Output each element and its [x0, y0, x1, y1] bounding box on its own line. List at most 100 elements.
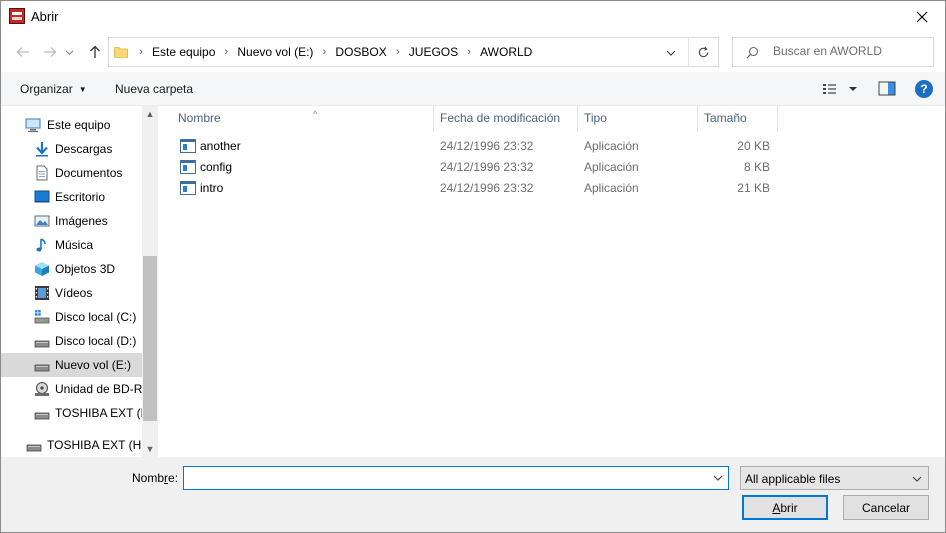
breadcrumb-aworld[interactable]: AWORLD [477, 45, 535, 59]
sidebar-item-label: TOSHIBA EXT (H [55, 406, 150, 420]
application-icon [180, 160, 196, 174]
search-icon [746, 46, 759, 59]
application-icon [180, 139, 196, 153]
objects-3d-icon [35, 262, 49, 276]
file-row[interactable]: config 24/12/1996 23:32 Aplicación 8 KB [172, 157, 782, 178]
chevron-down-icon [912, 476, 922, 482]
breadcrumb-este-equipo[interactable]: Este equipo [149, 45, 218, 59]
open-button[interactable]: Abrir [742, 495, 828, 520]
breadcrumb-nuevo-vol[interactable]: Nuevo vol (E:) [234, 45, 316, 59]
address-history-chevron-icon[interactable] [664, 46, 678, 60]
sidebar-item-descargas[interactable]: Descargas [1, 137, 142, 161]
recent-locations-button[interactable] [63, 41, 75, 63]
column-header-label: Nombre [178, 111, 221, 125]
scroll-up-icon[interactable]: ▲ [142, 106, 158, 122]
sidebar-item-nuevo-vol-e[interactable]: Nuevo vol (E:) [1, 353, 142, 377]
sidebar-item-label: TOSHIBA EXT (H:) [47, 438, 149, 452]
sidebar-item-label: Nuevo vol (E:) [55, 358, 132, 372]
breadcrumb-separator[interactable]: › [316, 46, 332, 58]
caret-down-icon: ▼ [78, 85, 87, 94]
preview-pane-icon [878, 81, 896, 96]
file-name-combobox[interactable] [183, 466, 729, 490]
sidebar-item-videos[interactable]: Vídeos [1, 281, 142, 305]
column-header-fecha[interactable]: Fecha de modificación [434, 106, 578, 132]
title-bar: Abrir [1, 1, 945, 32]
breadcrumb-separator[interactable]: › [461, 46, 477, 58]
file-type: Aplicación [584, 139, 639, 153]
desktop-icon [34, 190, 50, 203]
breadcrumb-juegos[interactable]: JUEGOS [406, 45, 461, 59]
documents-icon [36, 165, 48, 181]
window-title: Abrir [31, 9, 59, 24]
details-view-icon [823, 84, 857, 94]
drive-icon [34, 412, 50, 420]
file-row[interactable]: another 24/12/1996 23:32 Aplicación 20 K… [172, 136, 782, 157]
sidebar-item-label: Disco local (D:) [55, 334, 137, 348]
sidebar-item-unidad-bd[interactable]: Unidad de BD-RI [1, 377, 146, 401]
open-button-accesskey: A [772, 500, 781, 515]
chevron-down-icon [65, 49, 73, 55]
scroll-down-icon[interactable]: ▼ [142, 441, 158, 457]
file-type-filter[interactable]: All applicable files [740, 466, 929, 490]
arrow-right-icon [44, 47, 57, 57]
close-icon [916, 11, 928, 22]
dialog-footer: Nombre: All applicable files Abrir Cance… [1, 457, 945, 532]
refresh-button[interactable] [688, 38, 718, 66]
forward-button[interactable] [39, 41, 61, 63]
sidebar-item-musica[interactable]: Música [1, 233, 142, 257]
sidebar-item-imagenes[interactable]: Imágenes [1, 209, 142, 233]
file-name: another [200, 139, 241, 153]
sidebar-item-este-equipo[interactable]: Este equipo [1, 113, 142, 137]
file-name-label-text: e: [168, 471, 179, 485]
sidebar-item-label: Vídeos [55, 286, 93, 300]
file-size: 21 KB [737, 181, 770, 195]
sidebar-item-disco-c[interactable]: Disco local (C:) [1, 305, 142, 329]
breadcrumb: › Este equipo › Nuevo vol (E:) › DOSBOX … [133, 45, 535, 59]
file-date: 24/12/1996 23:32 [440, 160, 534, 174]
search-input[interactable] [773, 44, 928, 58]
command-bar: Organizar ▼ Nueva carpeta ? [1, 72, 945, 106]
sidebar-item-documentos[interactable]: Documentos [1, 161, 142, 185]
file-type: Aplicación [584, 160, 639, 174]
drive-icon [34, 340, 50, 348]
sidebar-item-label: Documentos [55, 166, 123, 180]
dbgl-app-icon [9, 8, 25, 24]
help-icon[interactable]: ? [915, 80, 933, 98]
breadcrumb-separator: › [139, 46, 143, 58]
file-name: intro [200, 181, 224, 195]
sidebar-item-escritorio[interactable]: Escritorio [1, 185, 142, 209]
breadcrumb-dosbox[interactable]: DOSBOX [332, 45, 389, 59]
sidebar-item-disco-d[interactable]: Disco local (D:) [1, 329, 142, 353]
file-name-field[interactable] [188, 470, 698, 484]
column-header-tamano[interactable]: Tamaño [698, 106, 778, 132]
back-button[interactable] [12, 41, 34, 63]
column-header-tipo[interactable]: Tipo [578, 106, 698, 132]
up-button[interactable] [84, 41, 106, 63]
column-header-nombre[interactable]: Nombre ^ [172, 106, 434, 132]
sidebar-item-toshiba-ext-h[interactable]: TOSHIBA EXT (H:) [1, 433, 149, 457]
sidebar-item-toshiba-ext[interactable]: TOSHIBA EXT (H [1, 401, 149, 425]
sidebar-item-objetos-3d[interactable]: Objetos 3D [1, 257, 142, 281]
navigation-scrollbar[interactable]: ▲ ▼ [142, 106, 158, 457]
optical-drive-icon [35, 382, 49, 396]
sidebar-item-label: Escritorio [55, 190, 106, 204]
close-button[interactable] [899, 1, 945, 32]
file-list: Nombre ^ Fecha de modificación Tipo Tama… [158, 106, 945, 457]
sidebar-item-label: Imágenes [55, 214, 108, 228]
address-bar[interactable]: › Este equipo › Nuevo vol (E:) › DOSBOX … [108, 37, 719, 67]
breadcrumb-separator[interactable]: › [218, 46, 234, 58]
change-view-button[interactable] [821, 81, 861, 97]
file-row[interactable]: intro 24/12/1996 23:32 Aplicación 21 KB [172, 178, 782, 199]
file-name-label-text: Nomb [132, 471, 165, 485]
organize-button[interactable]: Organizar ▼ [20, 82, 87, 96]
file-type: Aplicación [584, 181, 639, 195]
breadcrumb-separator[interactable]: › [390, 46, 406, 58]
new-folder-button[interactable]: Nueva carpeta [115, 82, 193, 96]
preview-pane-button[interactable] [878, 81, 896, 96]
scroll-thumb[interactable] [143, 256, 157, 421]
chevron-down-icon[interactable] [712, 472, 724, 484]
cancel-button[interactable]: Cancelar [843, 495, 929, 520]
arrow-left-icon [16, 47, 29, 57]
search-box[interactable] [732, 37, 934, 67]
music-icon [36, 238, 46, 252]
